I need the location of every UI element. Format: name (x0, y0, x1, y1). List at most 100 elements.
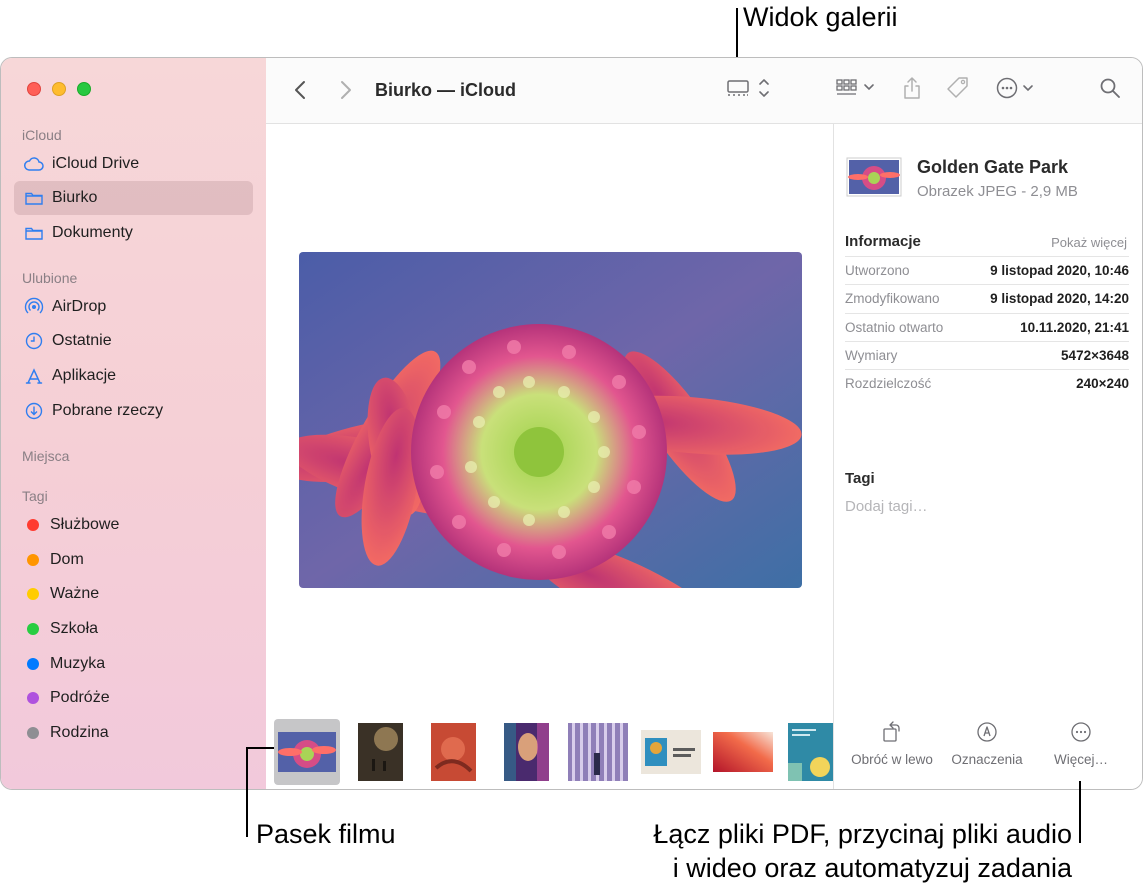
sidebar-section-favorites: Ulubione (22, 270, 78, 286)
sidebar-tag-rodzina[interactable]: Rodzina (14, 716, 253, 750)
more-actions-button[interactable]: Więcej… (1031, 720, 1131, 767)
info-key: Utworzono (845, 263, 910, 278)
callout-filmstrip-line (246, 747, 248, 837)
sidebar-item-aplikacje[interactable]: Aplikacje (14, 359, 253, 393)
chevron-right-icon (341, 81, 351, 99)
info-key: Zmodyfikowano (845, 291, 940, 306)
info-row-resolution: Rozdzielczość 240×240 (845, 369, 1129, 397)
download-icon (23, 400, 45, 422)
sidebar-item-ostatnie[interactable]: Ostatnie (14, 324, 253, 358)
markup-label: Oznaczenia (951, 752, 1023, 767)
toolbar: Biurko — iCloud (266, 58, 1142, 124)
info-key: Rozdzielczość (845, 376, 932, 391)
filmstrip-thumb-4[interactable] (501, 719, 551, 785)
sidebar-tag-wazne[interactable]: Ważne (14, 577, 253, 611)
rotate-left-icon (842, 720, 942, 746)
tag-color-dot (27, 519, 39, 531)
sidebar-section-icloud: iCloud (22, 127, 62, 143)
show-more-link[interactable]: Pokaż więcej (1051, 235, 1127, 250)
sidebar: iCloud iCloud Drive Biurko Dokumenty Ulu… (1, 58, 266, 789)
info-row-last-opened: Ostatnio otwarto 10.11.2020, 21:41 (845, 313, 1129, 341)
filmstrip-thumb-2[interactable] (355, 719, 405, 785)
zoom-window-button[interactable] (77, 82, 91, 96)
share-button[interactable] (900, 76, 924, 104)
filmstrip-thumb-6[interactable] (638, 719, 704, 785)
tag-color-dot (27, 692, 39, 704)
finder-window: iCloud iCloud Drive Biurko Dokumenty Ulu… (0, 57, 1143, 790)
sidebar-item-label: Służbowe (50, 516, 120, 533)
tag-button[interactable] (944, 76, 972, 104)
sidebar-item-label: Dokumenty (52, 224, 133, 241)
sidebar-item-label: Szkoła (50, 620, 99, 637)
filmstrip (266, 711, 833, 789)
filmstrip-thumb-1[interactable] (274, 719, 340, 785)
rotate-left-button[interactable]: Obróć w lewo (842, 720, 942, 767)
info-key: Ostatnio otwarto (845, 320, 944, 335)
filmstrip-thumb-5[interactable] (566, 719, 630, 785)
info-value: 5472×3648 (1061, 348, 1129, 363)
airdrop-icon (23, 296, 45, 318)
filmstrip-thumb-7[interactable] (710, 719, 776, 785)
sidebar-tag-szkola[interactable]: Szkoła (14, 612, 253, 646)
sidebar-item-pobrane[interactable]: Pobrane rzeczy (14, 394, 253, 428)
back-button[interactable] (288, 76, 312, 104)
file-name: Golden Gate Park (917, 157, 1069, 177)
info-key: Wymiary (845, 348, 898, 363)
tag-color-dot (27, 554, 39, 566)
share-icon (902, 76, 922, 105)
sidebar-item-label: Muzyka (50, 655, 106, 672)
filmstrip-thumb-8[interactable] (788, 719, 833, 785)
clock-icon (23, 330, 45, 352)
sidebar-tag-muzyka[interactable]: Muzyka (14, 647, 253, 681)
markup-icon (937, 720, 1037, 746)
ellipsis-circle-icon (1031, 720, 1131, 746)
action-menu-button[interactable] (994, 76, 1038, 104)
folder-icon (23, 222, 45, 244)
flower-photo (299, 252, 802, 588)
group-button[interactable] (834, 76, 878, 104)
markup-button[interactable]: Oznaczenia (937, 720, 1037, 767)
forward-button[interactable] (334, 76, 358, 104)
info-value: 10.11.2020, 21:41 (1020, 320, 1129, 335)
sidebar-item-dokumenty[interactable]: Dokumenty (14, 216, 253, 250)
tag-color-dot (27, 588, 39, 600)
minimize-window-button[interactable] (52, 82, 66, 96)
sidebar-item-label: Ważne (50, 585, 100, 602)
inspector-panel: Golden Gate Park Obrazek JPEG - 2,9 MB I… (833, 124, 1142, 789)
cloud-icon (23, 153, 45, 175)
info-row-dimensions: Wymiary 5472×3648 (845, 341, 1129, 369)
sidebar-section-tags: Tagi (22, 488, 48, 504)
sidebar-item-label: Aplikacje (52, 367, 117, 384)
more-actions-label: Więcej… (1053, 752, 1108, 767)
filmstrip-thumb-3[interactable] (428, 719, 478, 785)
sidebar-tag-sluzbowe[interactable]: Służbowe (14, 508, 253, 542)
callout-more-line2: i wideo oraz automatyzuj zadania (672, 853, 1072, 883)
sidebar-item-label: Pobrane rzeczy (52, 402, 164, 419)
sidebar-item-label: Ostatnie (52, 332, 112, 349)
search-button[interactable] (1098, 76, 1122, 104)
sidebar-tag-dom[interactable]: Dom (14, 543, 253, 577)
gallery-view-icon (723, 77, 771, 104)
grid-group-icon (835, 78, 877, 103)
sidebar-tag-podroze[interactable]: Podróże (14, 681, 253, 715)
sidebar-item-biurko[interactable]: Biurko (14, 181, 253, 215)
gallery-view (266, 124, 833, 789)
rotate-left-label: Obróć w lewo (851, 752, 933, 767)
ellipsis-circle-icon (995, 76, 1037, 105)
window-title: Biurko — iCloud (375, 80, 516, 100)
tag-color-dot (27, 658, 39, 670)
add-tags-field[interactable]: Dodaj tagi… (845, 498, 928, 515)
tag-color-dot (27, 727, 39, 739)
info-value: 9 listopad 2020, 10:46 (990, 263, 1129, 278)
tag-icon (945, 75, 971, 106)
sidebar-item-label: Biurko (52, 189, 98, 206)
close-window-button[interactable] (27, 82, 41, 96)
gallery-view-button[interactable] (722, 76, 772, 104)
sidebar-item-icloud-drive[interactable]: iCloud Drive (14, 147, 253, 181)
sidebar-item-airdrop[interactable]: AirDrop (14, 290, 253, 324)
sidebar-section-locations: Miejsca (22, 448, 70, 464)
tags-heading: Tagi (845, 470, 875, 487)
sidebar-item-label: Dom (50, 551, 84, 568)
main-preview-image[interactable] (299, 252, 802, 588)
info-row-modified: Zmodyfikowano 9 listopad 2020, 14:20 (845, 284, 1129, 312)
